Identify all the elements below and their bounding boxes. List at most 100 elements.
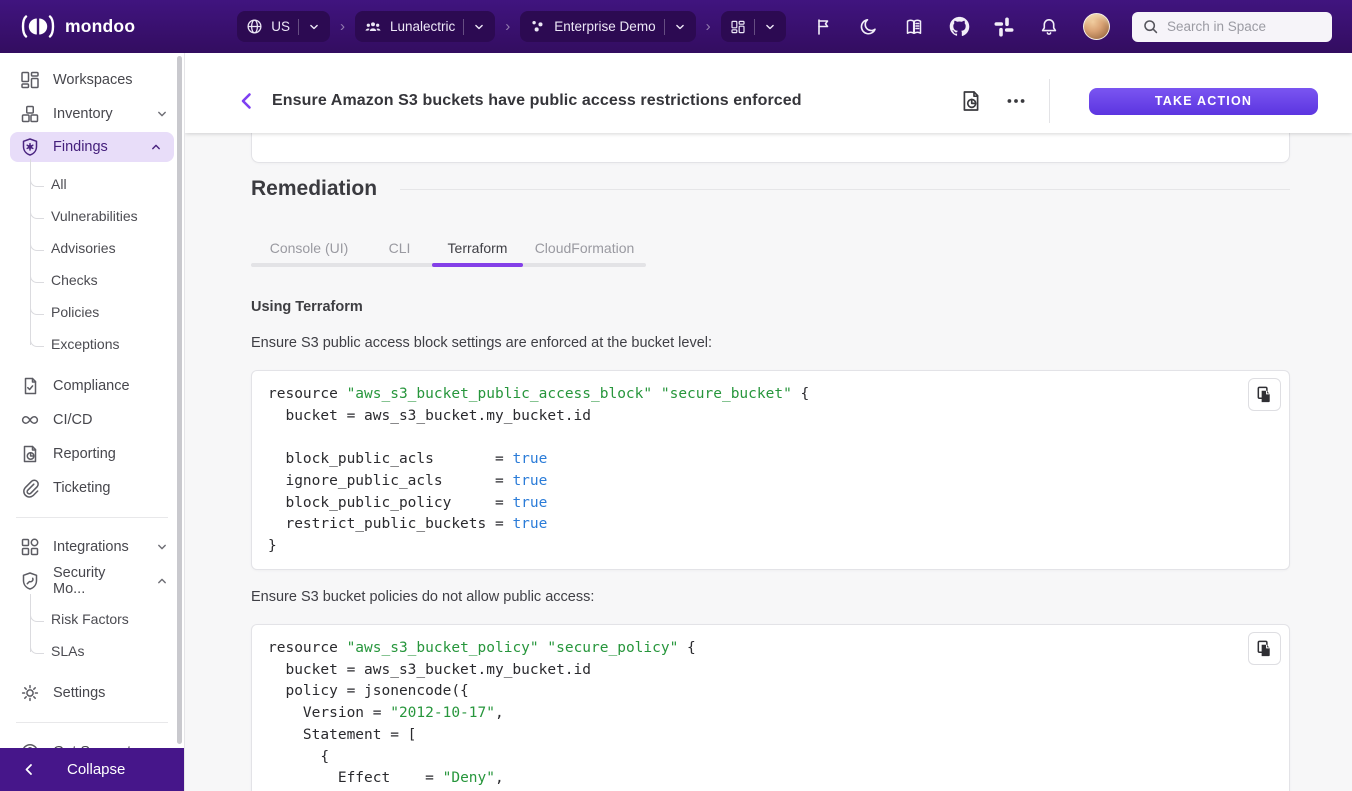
topbar-actions <box>813 13 1110 40</box>
copy-icon <box>1255 385 1274 404</box>
chevron-up-icon[interactable] <box>148 139 164 155</box>
chevron-down-icon[interactable] <box>763 20 777 34</box>
sidebar-item-policies[interactable]: Policies <box>30 296 184 328</box>
pill-divider <box>664 19 665 35</box>
section-title: Remediation <box>251 177 377 201</box>
sidebar-item-cicd[interactable]: CI/CD <box>0 403 184 437</box>
organization-selector[interactable]: Lunalectric <box>355 11 495 42</box>
sidebar-item-slas[interactable]: SLAs <box>30 635 184 667</box>
workspace-grid-icon <box>730 19 746 35</box>
sidebar-item-inventory[interactable]: Inventory <box>0 97 184 131</box>
sidebar-item-label: Checks <box>51 272 98 288</box>
organization-label: Lunalectric <box>390 19 455 34</box>
feature-flag-icon[interactable] <box>813 16 835 38</box>
inventory-icon <box>20 104 40 124</box>
sidebar-item-label: Workspaces <box>53 72 133 88</box>
sidebar-item-label: Policies <box>51 304 99 320</box>
chevron-up-icon[interactable] <box>154 573 170 589</box>
sidebar-item-get-support[interactable]: Get Support <box>0 735 184 748</box>
sidebar-item-compliance[interactable]: Compliance <box>0 369 184 403</box>
sidebar-item-risk-factors[interactable]: Risk Factors <box>30 603 184 635</box>
report-icon[interactable] <box>958 88 984 114</box>
breadcrumb-separator: › <box>705 18 712 35</box>
chevron-down-icon[interactable] <box>673 20 687 34</box>
space-selector[interactable]: Enterprise Demo <box>520 11 695 42</box>
sidebar-item-integrations[interactable]: Integrations <box>0 530 184 564</box>
space-icon <box>529 18 546 35</box>
user-avatar[interactable] <box>1083 13 1110 40</box>
region-selector[interactable]: US <box>237 11 330 42</box>
sidebar-item-findings[interactable]: Findings <box>10 132 174 162</box>
collapse-label: Collapse <box>67 761 125 778</box>
tab-cli[interactable]: CLI <box>367 233 432 263</box>
findings-icon <box>20 137 40 157</box>
tab-terraform[interactable]: Terraform <box>432 233 523 263</box>
reporting-icon <box>20 444 40 464</box>
docs-icon[interactable] <box>903 16 925 38</box>
tab-console-ui[interactable]: Console (UI) <box>251 233 367 263</box>
organization-icon <box>364 18 382 36</box>
workspaces-icon <box>20 70 40 90</box>
copy-icon <box>1255 639 1274 658</box>
sidebar-item-label: Inventory <box>53 106 113 122</box>
sidebar-item-exceptions[interactable]: Exceptions <box>30 328 184 360</box>
sidebar-item-checks[interactable]: Checks <box>30 264 184 296</box>
code-block: resource "aws_s3_bucket_policy" "secure_… <box>252 625 1289 791</box>
compliance-icon <box>20 376 40 396</box>
more-options-icon[interactable] <box>1003 88 1029 114</box>
remediation-tabs: Console (UI) CLI Terraform CloudFormatio… <box>251 233 646 263</box>
github-icon[interactable] <box>948 16 970 38</box>
sidebar-item-label: Advisories <box>51 240 116 256</box>
sidebar-item-advisories[interactable]: Advisories <box>30 232 184 264</box>
using-terraform-heading: Using Terraform <box>251 299 363 315</box>
chevron-down-icon[interactable] <box>307 20 321 34</box>
sidebar-item-security-model[interactable]: Security Mo... <box>0 564 184 598</box>
chevron-down-icon[interactable] <box>154 539 170 555</box>
chevron-left-icon <box>237 91 257 111</box>
sidebar-item-vulnerabilities[interactable]: Vulnerabilities <box>30 200 184 232</box>
sidebar-item-reporting[interactable]: Reporting <box>0 437 184 471</box>
chevron-down-icon[interactable] <box>472 20 486 34</box>
take-action-button[interactable]: TAKE ACTION <box>1089 88 1318 115</box>
ticketing-icon <box>20 478 40 498</box>
chevron-down-icon[interactable] <box>154 106 170 122</box>
search-input[interactable] <box>1167 19 1307 34</box>
cicd-icon <box>20 410 40 430</box>
sidebar-item-ticketing[interactable]: Ticketing <box>0 471 184 505</box>
breadcrumb: US › Lunalectric › Enterprise Demo › <box>237 11 785 42</box>
search-bar <box>1132 12 1332 42</box>
dark-mode-icon[interactable] <box>858 16 880 38</box>
copy-code-button[interactable] <box>1248 378 1281 411</box>
sidebar-scroll-area: Workspaces Inventory Findings <box>0 53 184 748</box>
sidebar-item-settings[interactable]: Settings <box>0 676 184 710</box>
page-title: Ensure Amazon S3 buckets have public acc… <box>272 92 802 110</box>
code-block: resource "aws_s3_bucket_public_access_bl… <box>252 371 1289 571</box>
sidebar-item-label: Findings <box>53 139 108 155</box>
remediation-intro-1: Ensure S3 public access block settings a… <box>251 335 712 351</box>
tab-track <box>251 263 646 267</box>
main-content: Ensure Amazon S3 buckets have public acc… <box>185 53 1352 791</box>
findings-subnav: All Vulnerabilities Advisories Checks Po… <box>30 163 184 369</box>
integrations-icon <box>20 537 40 557</box>
copy-code-button[interactable] <box>1248 632 1281 665</box>
finding-header: Ensure Amazon S3 buckets have public acc… <box>185 53 1352 133</box>
mondoo-logo[interactable]: mondoo <box>20 15 135 38</box>
brand-name: mondoo <box>65 16 135 37</box>
security-model-subnav: Risk Factors SLAs <box>30 598 184 676</box>
search-icon <box>1142 18 1159 35</box>
sidebar-item-label: Security Mo... <box>53 565 141 597</box>
region-label: US <box>271 19 290 34</box>
sidebar-item-label: Reporting <box>53 446 116 462</box>
sidebar-item-all[interactable]: All <box>30 168 184 200</box>
workspace-selector[interactable] <box>721 11 786 42</box>
sidebar-item-label: SLAs <box>51 643 84 659</box>
notifications-bell-icon[interactable] <box>1038 16 1060 38</box>
sidebar-item-workspaces[interactable]: Workspaces <box>0 63 184 97</box>
tab-cloudformation[interactable]: CloudFormation <box>523 233 646 263</box>
back-button[interactable] <box>237 90 259 112</box>
active-tab-indicator <box>432 263 523 267</box>
slack-icon[interactable] <box>993 16 1015 38</box>
collapse-sidebar-button[interactable]: Collapse <box>0 748 184 791</box>
sidebar-scrollbar[interactable] <box>177 56 182 744</box>
breadcrumb-separator: › <box>339 18 346 35</box>
